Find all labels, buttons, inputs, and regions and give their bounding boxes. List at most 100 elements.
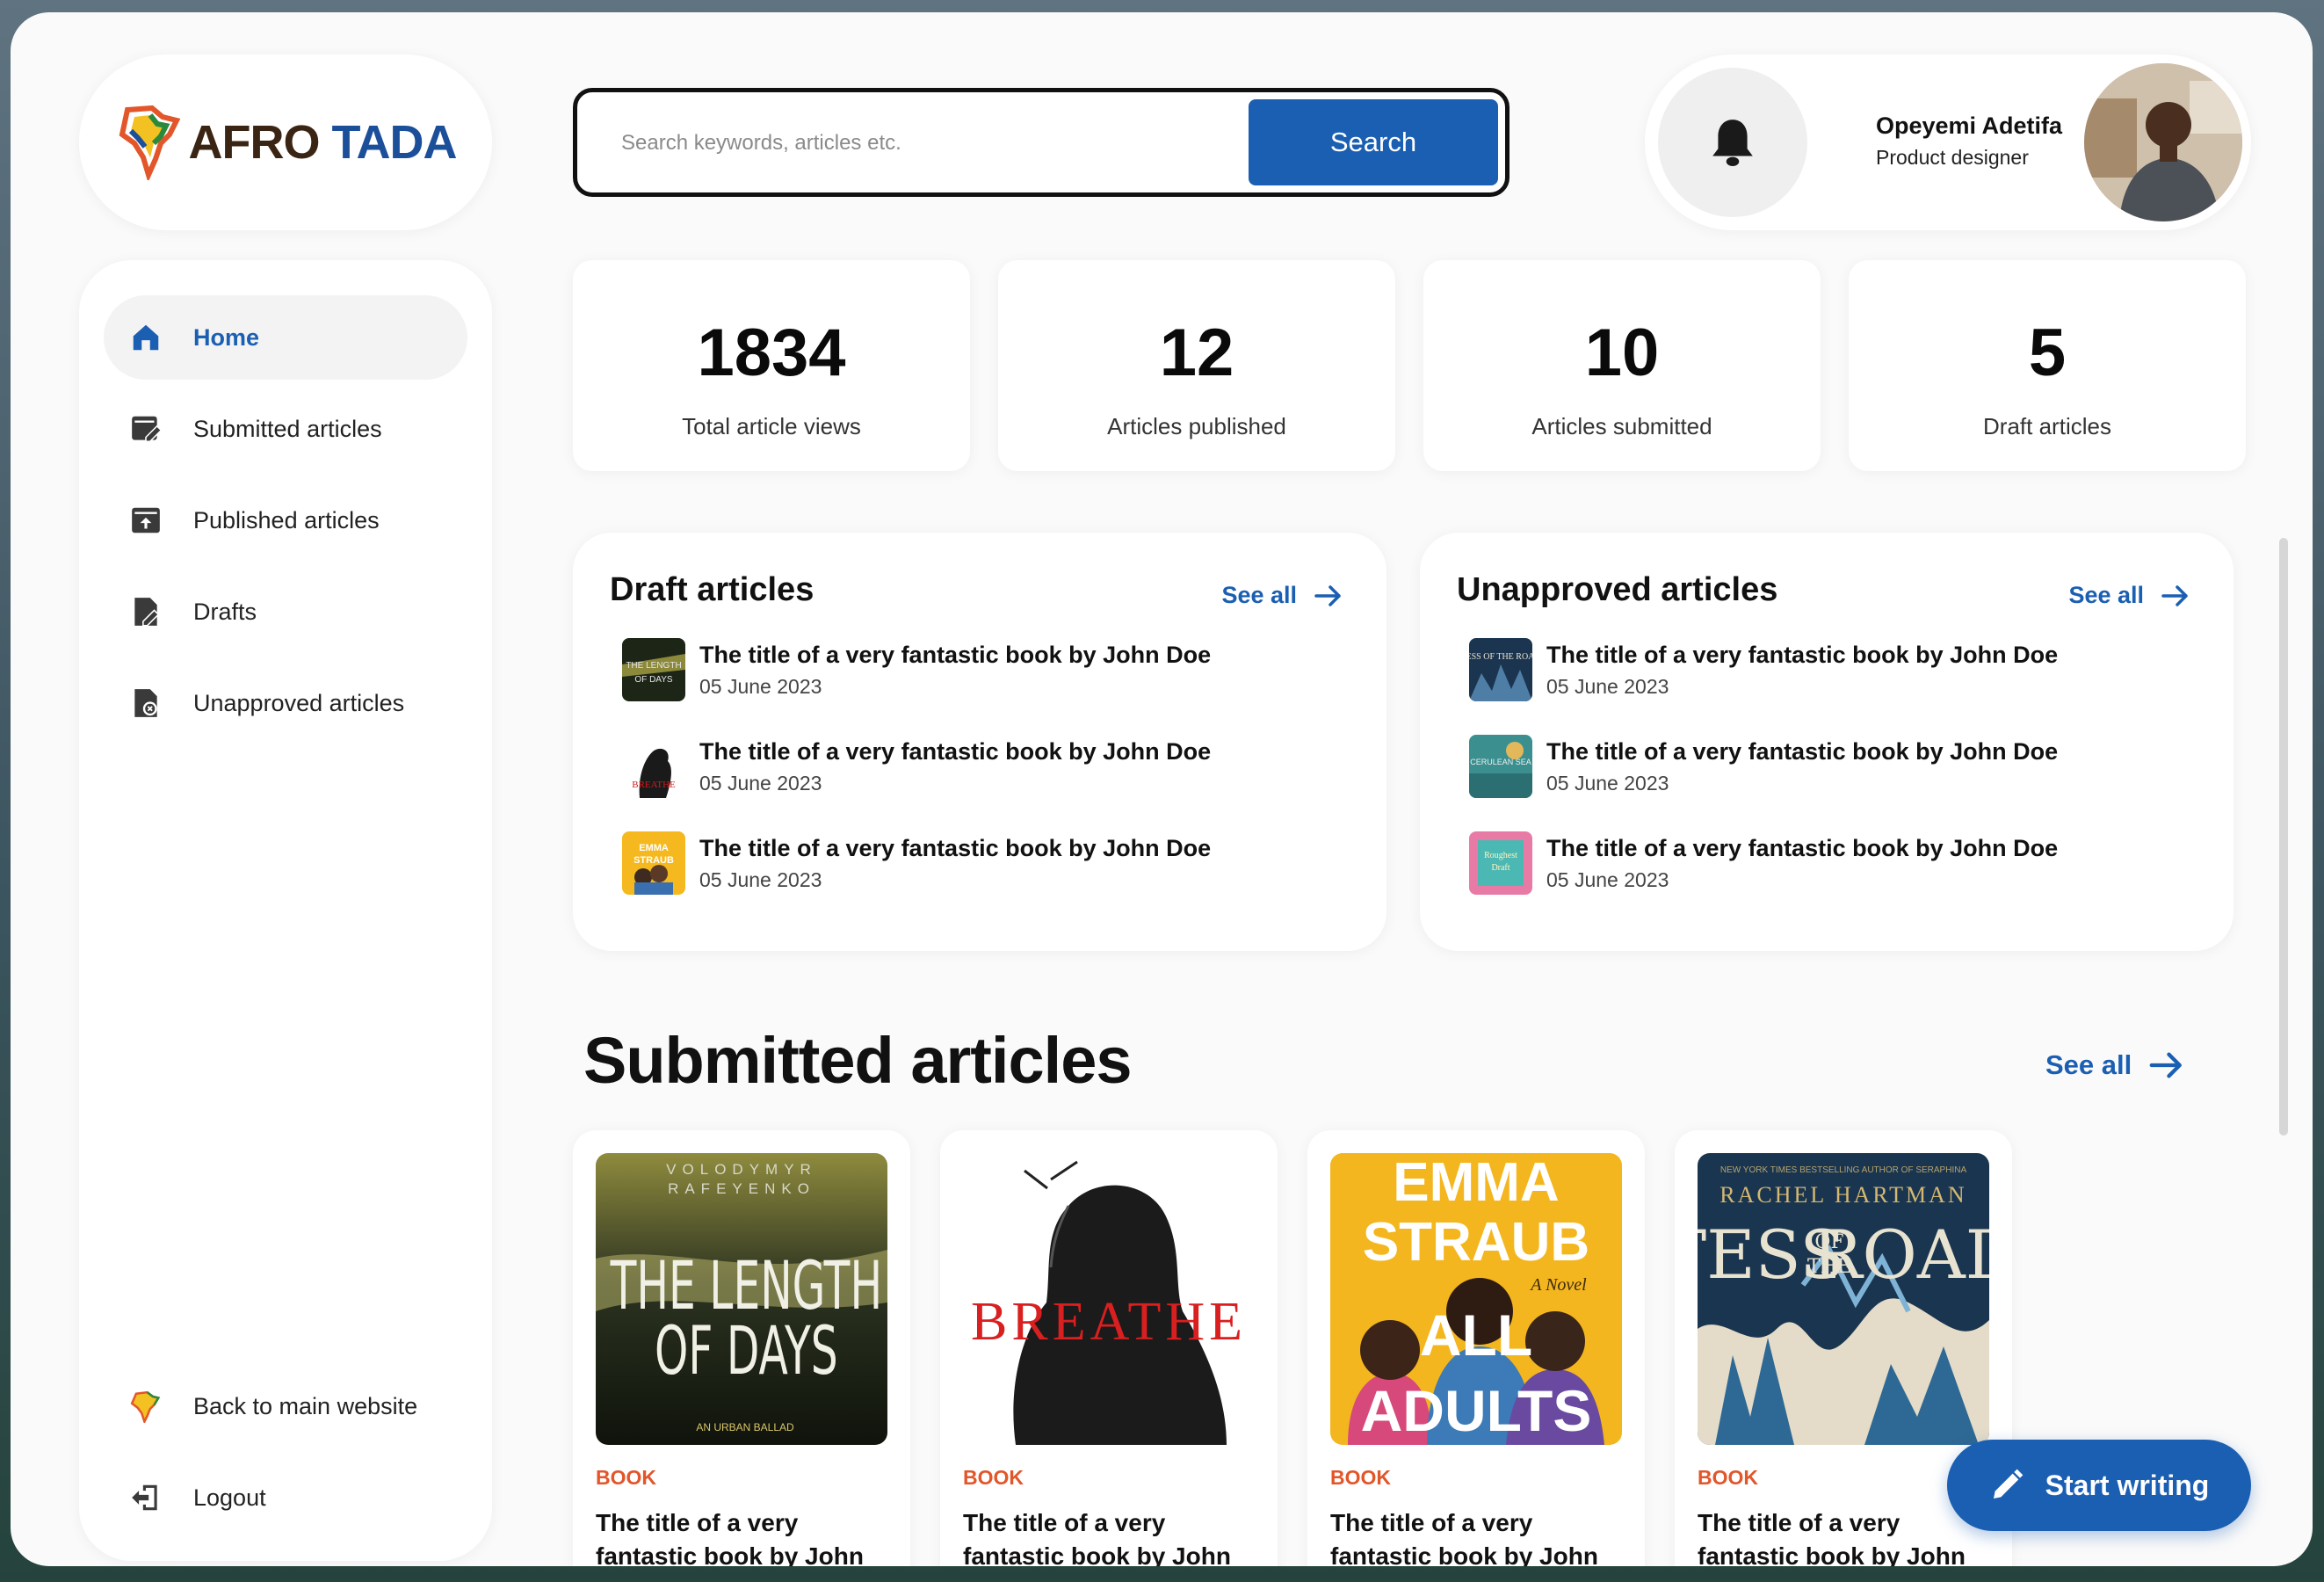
svg-text:VOLODYMYR: VOLODYMYR [666,1161,817,1178]
see-all-label: See all [2068,582,2144,608]
sidebar-item-home[interactable]: Home [104,295,467,380]
logo-card[interactable]: AFRO TADA [79,54,492,230]
svg-text:A Novel: A Novel [1529,1275,1587,1295]
book-cover-thumbnail: THE LENGTH OF DAYS [622,638,685,701]
book-cover: NEW YORK TIMES BESTSELLING AUTHOR OF SER… [1698,1153,1989,1445]
list-item-title: The title of a very fantastic book by Jo… [1546,642,2059,669]
book-title: The title of a very fantastic book by Jo… [1330,1509,1598,1566]
panel-title: Unapproved articles [1457,571,1778,608]
drafts-icon [128,594,163,629]
book-card[interactable]: EMMA STRAUB A Novel ALL ADULTS BOOK The … [1307,1130,1645,1566]
search-bar: Search [573,88,1510,197]
list-item-title: The title of a very fantastic book by Jo… [1546,738,2059,766]
book-title: The title of a very fantastic book by Jo… [1698,1509,1966,1566]
see-all-label: See all [1221,582,1297,608]
list-item[interactable]: THE LENGTH OF DAYS The title of a very fa… [622,638,1211,701]
brand-name: AFRO TADA [189,115,458,170]
svg-text:BREATHE: BREATHE [971,1292,1247,1352]
list-item[interactable]: EMMA STRAUB The title of a very fantastic… [622,831,1211,895]
list-item-title: The title of a very fantastic book by Jo… [699,835,1212,862]
svg-text:TESS OF THE ROAD: TESS OF THE ROAD [1469,652,1532,662]
svg-text:STRAUB: STRAUB [633,855,674,866]
book-cover: BREATHE [963,1153,1255,1445]
book-cover: EMMA STRAUB A Novel ALL ADULTS [1330,1153,1622,1445]
svg-text:ADULTS: ADULTS [1361,1378,1592,1443]
notifications-button[interactable] [1658,68,1807,217]
logout-button[interactable]: Logout [104,1455,467,1540]
start-writing-button[interactable]: Start writing [1947,1440,2251,1531]
list-item[interactable]: CERULEAN SEA The title of a very fantast… [1469,735,2058,798]
list-item-title: The title of a very fantastic book by Jo… [699,642,1212,669]
book-cover-thumbnail: EMMA STRAUB [622,831,685,895]
book-title: The title of a very fantastic book by Jo… [963,1509,1231,1566]
see-all-drafts-link[interactable]: See all [1221,582,1343,609]
book-card[interactable]: BREATHE BOOK The title of a very fantast… [940,1130,1278,1566]
stat-card-draft-articles: 5 Draft articles [1849,260,2246,471]
stat-label: Articles published [1107,413,1286,439]
submitted-icon [128,411,163,446]
stat-value: 1834 [697,316,846,390]
unapproved-icon [128,686,163,721]
section-title: Submitted articles [583,1024,1133,1097]
logout-icon [128,1480,163,1515]
list-item-date: 05 June 2023 [1546,771,1669,795]
draft-articles-panel: Draft articles See all THE LENGTH OF DAYS… [573,533,1386,951]
svg-text:RACHEL HARTMAN: RACHEL HARTMAN [1719,1182,1966,1208]
sidebar-item-published-articles[interactable]: Published articles [104,478,467,562]
home-icon [128,320,163,355]
arrow-right-icon [1314,584,1341,606]
avatar[interactable] [2084,63,2242,221]
svg-text:OF DAYS: OF DAYS [634,675,672,685]
sidebar-item-label: Home [193,323,260,351]
sidebar-item-label: Unapproved articles [193,689,405,716]
unapproved-articles-panel: Unapproved articles See all TESS OF THE … [1420,533,2234,951]
sidebar-item-label: Submitted articles [193,415,382,442]
search-button[interactable]: Search [1249,99,1498,185]
list-item-title: The title of a very fantastic book by Jo… [1546,835,2059,862]
see-all-label: See all [2045,1049,2132,1080]
svg-text:ALL: ALL [1420,1303,1532,1368]
back-to-main-website-link[interactable]: Back to main website [104,1364,467,1448]
book-tag: BOOK [596,1466,656,1489]
svg-text:EMMA: EMMA [639,843,669,853]
search-input[interactable] [621,124,1219,163]
svg-text:THE LENGTH: THE LENGTH [626,661,681,671]
list-item[interactable]: TESS OF THE ROAD The title of a very fan… [1469,638,2058,701]
sidebar-item-label: Published articles [193,506,380,533]
stat-label: Draft articles [1983,413,2111,439]
user-name: Opeyemi Adetifa [1876,112,2063,139]
sidebar-item-submitted-articles[interactable]: Submitted articles [104,387,467,471]
profile-card: Opeyemi Adetifa Product designer [1645,54,2251,230]
stat-card-total-views: 1834 Total article views [573,260,970,471]
book-card[interactable]: VOLODYMYR RAFEYENKO THE LENGTH OF DAYS A… [573,1130,910,1566]
sidebar-item-label: Drafts [193,598,257,625]
book-cover: VOLODYMYR RAFEYENKO THE LENGTH OF DAYS A… [596,1153,887,1445]
brand-name-part2: TADA [331,116,458,169]
published-icon [128,503,163,538]
book-cover-thumbnail: CERULEAN SEA [1469,735,1532,798]
scrollbar[interactable] [2279,538,2288,1136]
svg-text:Draft: Draft [1491,863,1510,873]
svg-text:STRAUB: STRAUB [1363,1212,1589,1273]
see-all-submitted-link[interactable]: See all [2045,1049,2184,1081]
book-tag: BOOK [1698,1466,1758,1489]
stat-value: 5 [2028,316,2067,390]
stat-card-articles-submitted: 10 Articles submitted [1423,260,1821,471]
book-tag: BOOK [963,1466,1024,1489]
svg-text:CERULEAN SEA: CERULEAN SEA [1470,758,1531,766]
list-item-date: 05 June 2023 [699,674,822,698]
afro-tada-logo-icon [128,1389,163,1424]
list-item[interactable]: BREATHE The title of a very fantastic bo… [622,735,1211,798]
stat-value: 10 [1584,316,1660,390]
list-item[interactable]: Roughest Draft The title of a very fantas… [1469,831,2058,895]
see-all-unapproved-link[interactable]: See all [2068,582,2190,609]
app-window: AFRO TADA Home Submitted articles Publis… [11,12,2313,1566]
sidebar-item-label: Back to main website [193,1392,418,1419]
sidebar-item-label: Logout [193,1484,266,1511]
sidebar-item-drafts[interactable]: Drafts [104,570,467,654]
stat-card-articles-published: 12 Articles published [998,260,1395,471]
svg-text:OF DAYS: OF DAYS [655,1312,838,1390]
stat-value: 12 [1159,316,1234,390]
sidebar: Home Submitted articles Published articl… [79,260,492,1561]
sidebar-item-unapproved-articles[interactable]: Unapproved articles [104,661,467,745]
